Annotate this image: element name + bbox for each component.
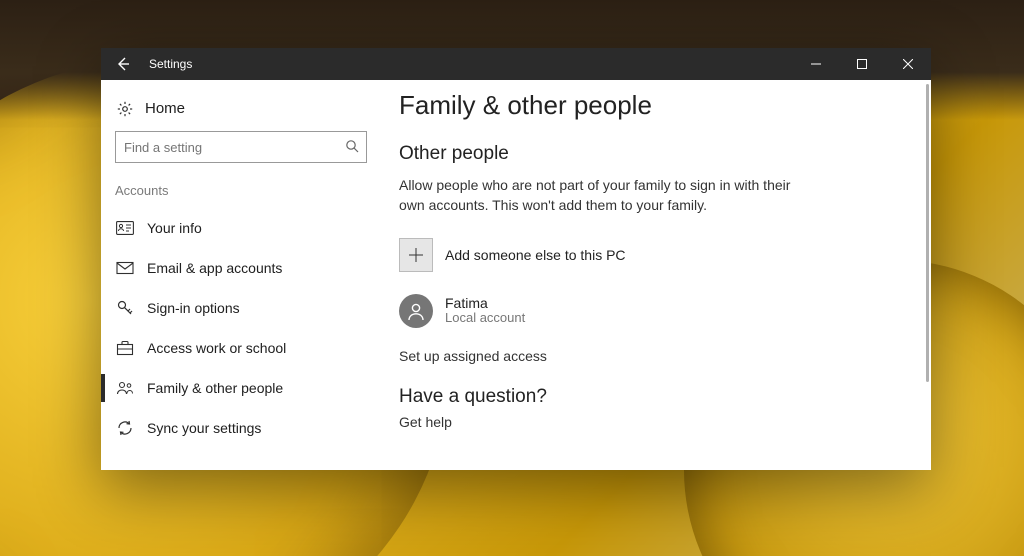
sidebar-item-label: Email & app accounts [147, 260, 282, 276]
arrow-left-icon [115, 56, 131, 72]
close-icon [903, 59, 913, 69]
sidebar-item-family[interactable]: Family & other people [101, 368, 381, 408]
sidebar-item-work-school[interactable]: Access work or school [101, 328, 381, 368]
get-help-link[interactable]: Get help [399, 414, 911, 430]
add-person-label: Add someone else to this PC [445, 247, 626, 263]
avatar-icon [399, 294, 433, 328]
add-person-button[interactable]: Add someone else to this PC [399, 238, 911, 272]
back-button[interactable] [101, 48, 145, 80]
scroll-thumb[interactable] [926, 84, 929, 382]
content-area: Family & other people Other people Allow… [381, 80, 931, 470]
user-account-row[interactable]: Fatima Local account [399, 294, 911, 328]
search-input[interactable] [115, 131, 367, 163]
search-container [101, 131, 381, 177]
sidebar: Home Accounts Your info Email & app [101, 80, 381, 470]
window-title: Settings [145, 57, 192, 71]
maximize-icon [857, 59, 867, 69]
sidebar-item-email-apps[interactable]: Email & app accounts [101, 248, 381, 288]
home-label: Home [145, 100, 185, 117]
settings-window: Settings Home Accou [101, 48, 931, 470]
sync-icon [115, 419, 135, 437]
sidebar-item-label: Sign-in options [147, 300, 240, 316]
sidebar-item-label: Family & other people [147, 380, 283, 396]
maximize-button[interactable] [839, 48, 885, 80]
user-text: Fatima Local account [445, 295, 525, 326]
question-heading: Have a question? [399, 386, 911, 408]
sidebar-item-sync[interactable]: Sync your settings [101, 408, 381, 448]
sidebar-item-your-info[interactable]: Your info [101, 208, 381, 248]
section-heading-other-people: Other people [399, 143, 911, 165]
user-name: Fatima [445, 295, 525, 311]
page-title: Family & other people [399, 90, 911, 121]
sidebar-item-sign-in[interactable]: Sign-in options [101, 288, 381, 328]
key-icon [115, 299, 135, 317]
people-icon [115, 380, 135, 396]
minimize-icon [811, 59, 821, 69]
sidebar-section-label: Accounts [101, 177, 381, 208]
minimize-button[interactable] [793, 48, 839, 80]
sidebar-item-label: Sync your settings [147, 420, 261, 436]
briefcase-icon [115, 340, 135, 356]
sidebar-item-label: Your info [147, 220, 202, 236]
sidebar-item-label: Access work or school [147, 340, 286, 356]
mail-icon [115, 261, 135, 275]
gear-icon [115, 101, 135, 117]
id-card-icon [115, 221, 135, 235]
scrollbar[interactable] [924, 84, 929, 466]
user-subtitle: Local account [445, 311, 525, 326]
window-body: Home Accounts Your info Email & app [101, 80, 931, 470]
home-button[interactable]: Home [101, 94, 381, 131]
titlebar: Settings [101, 48, 931, 80]
plus-icon [399, 238, 433, 272]
assigned-access-link[interactable]: Set up assigned access [399, 348, 911, 364]
close-button[interactable] [885, 48, 931, 80]
section-description: Allow people who are not part of your fa… [399, 175, 799, 216]
